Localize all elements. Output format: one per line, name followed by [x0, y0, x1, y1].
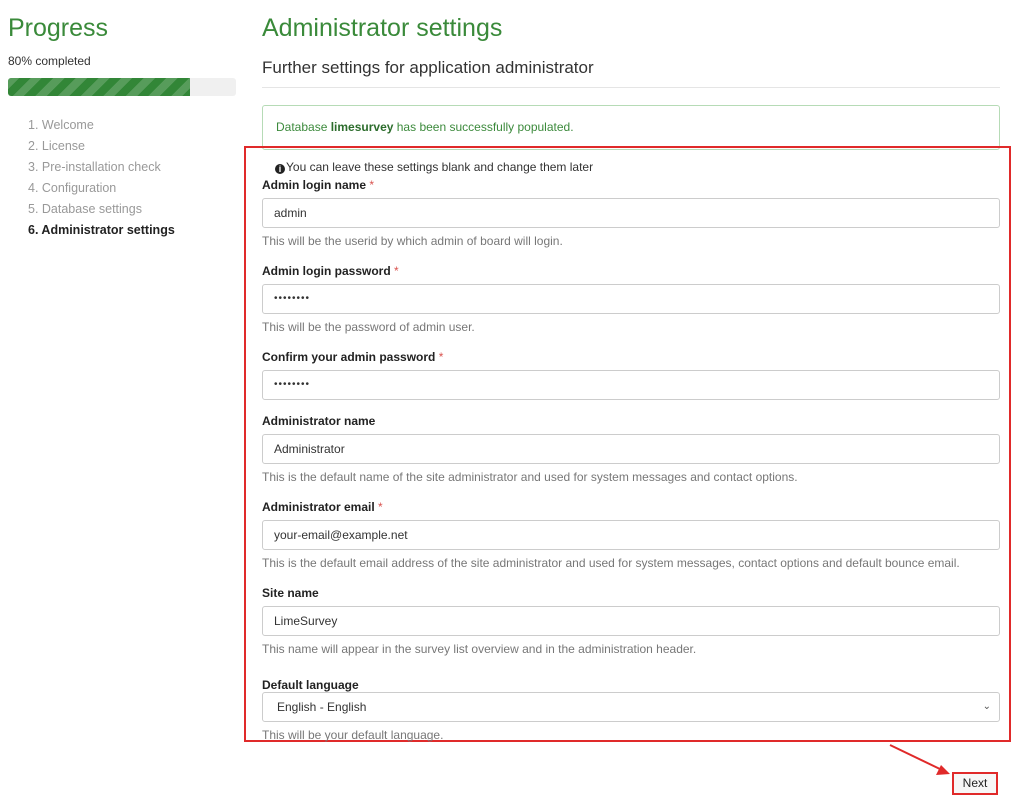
alert-db-name: limesurvey — [330, 120, 394, 134]
progress-percent-text: 80% completed — [8, 54, 91, 68]
administrator-email-input[interactable]: your-email@example.net — [262, 520, 1000, 550]
admin-login-name-help: This will be the userid by which admin o… — [262, 234, 563, 248]
field-administrator-name: Administrator name Administrator This is… — [262, 414, 1000, 484]
confirm-password-label: Confirm your admin password * — [262, 350, 1000, 365]
administrator-name-help: This is the default name of the site adm… — [262, 470, 798, 484]
field-admin-login-password: Admin login password * •••••••• This wil… — [262, 264, 1000, 334]
field-site-name: Site name LimeSurvey This name will appe… — [262, 586, 1000, 656]
admin-login-password-input[interactable]: •••••••• — [262, 284, 1000, 314]
field-administrator-email: Administrator email * your-email@example… — [262, 500, 1000, 570]
default-language-value: English - English — [277, 700, 367, 714]
progress-bar-fill — [8, 78, 191, 96]
default-language-select[interactable]: English - English ⌄ — [262, 692, 1000, 722]
admin-login-name-input[interactable]: admin — [262, 198, 1000, 228]
progress-sidebar: Progress 80% completed 1. Welcome 2. Lic… — [8, 0, 238, 241]
page-title: Administrator settings — [262, 14, 503, 42]
step-license: 2. License — [28, 139, 85, 153]
admin-login-password-help: This will be the password of admin user. — [262, 320, 475, 334]
main-content: Administrator settings Further settings … — [262, 0, 1000, 150]
administrator-email-label: Administrator email * — [262, 500, 1000, 515]
field-default-language: Default language English - English ⌄ Thi… — [262, 678, 1000, 742]
alert-prefix: Database — [276, 120, 331, 134]
step-configuration: 4. Configuration — [28, 181, 117, 195]
label-text: Admin login name — [262, 178, 367, 192]
confirm-password-input[interactable]: •••••••• — [262, 370, 1000, 400]
step-database-settings: 5. Database settings — [28, 202, 142, 216]
site-name-label: Site name — [262, 586, 319, 600]
administrator-name-input[interactable]: Administrator — [262, 434, 1000, 464]
next-button[interactable]: Next — [952, 772, 998, 795]
note-text: You can leave these settings blank and c… — [286, 160, 594, 174]
admin-login-password-label: Admin login password * — [262, 264, 1000, 279]
progress-title: Progress — [8, 14, 109, 42]
admin-login-name-label: Admin login name * — [262, 178, 1000, 193]
required-marker: * — [438, 350, 444, 364]
default-language-label: Default language — [262, 678, 359, 692]
required-marker: * — [394, 264, 399, 278]
label-text: Administrator email — [262, 500, 375, 514]
steps-list: 1. Welcome 2. License 3. Pre-installatio… — [28, 115, 238, 241]
field-admin-login-name: Admin login name * admin This will be th… — [262, 178, 1000, 248]
label-text: Confirm your admin password — [262, 350, 436, 364]
alert-suffix: has been successfully populated. — [393, 120, 574, 134]
site-name-help: This name will appear in the survey list… — [262, 642, 697, 656]
page-subtitle: Further settings for application adminis… — [262, 57, 1000, 88]
default-language-help: This will be your default language. — [262, 728, 444, 742]
chevron-down-icon: ⌄ — [982, 701, 991, 712]
progress-bar — [8, 78, 236, 96]
required-marker: * — [369, 178, 375, 192]
field-confirm-admin-password: Confirm your admin password * •••••••• — [262, 350, 1000, 400]
site-name-input[interactable]: LimeSurvey — [262, 606, 1000, 636]
required-marker: * — [378, 500, 383, 514]
step-administrator-settings: 6. Administrator settings — [28, 223, 175, 237]
administrator-name-label: Administrator name — [262, 414, 376, 428]
label-text: Admin login password — [262, 264, 391, 278]
step-welcome: 1. Welcome — [28, 118, 94, 132]
info-circle-icon: i — [275, 164, 285, 174]
success-alert: Database limesurvey has been successfull… — [262, 105, 1000, 150]
administrator-email-help: This is the default email address of the… — [262, 556, 960, 570]
step-pre-installation-check: 3. Pre-installation check — [28, 160, 161, 174]
blank-settings-note: i You can leave these settings blank and … — [275, 160, 593, 174]
